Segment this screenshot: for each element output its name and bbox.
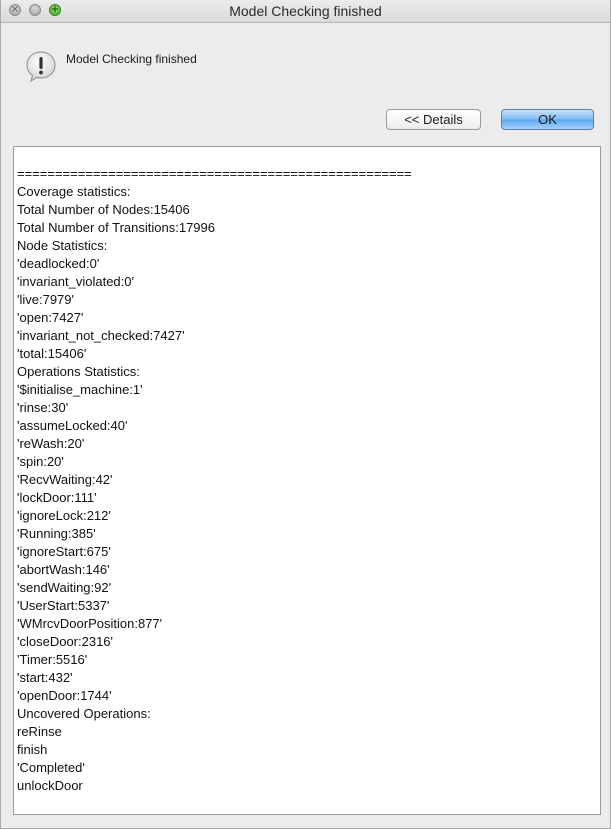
report-line: 'assumeLocked:40' xyxy=(17,418,128,433)
report-line: Operations Statistics: xyxy=(17,364,140,379)
report-line: 'invariant_not_checked:7427' xyxy=(17,328,185,343)
report-line: 'start:432' xyxy=(17,670,73,685)
report-line: 'WMrcvDoorPosition:877' xyxy=(17,616,163,631)
report-line: 'live:7979' xyxy=(17,292,75,307)
title-bar: × + Model Checking finished xyxy=(1,0,610,23)
report-line: Total Number of Transitions:17996 xyxy=(17,220,215,235)
report-line: 'invariant_violated:0' xyxy=(17,274,134,289)
exclamation-bubble-icon xyxy=(26,51,56,82)
report-line: 'spin:20' xyxy=(17,454,64,469)
report-line: '$initialise_machine:1' xyxy=(17,382,143,397)
report-line: 'lockDoor:111' xyxy=(17,490,97,505)
report-line: 'Completed' xyxy=(17,760,85,775)
report-line: ========================================… xyxy=(17,166,412,181)
report-line: 'abortWash:146' xyxy=(17,562,110,577)
dialog-window: × + Model Checking finished Model Checki… xyxy=(0,0,611,829)
report-line: 'sendWaiting:92' xyxy=(17,580,112,595)
report-line: 'rinse:30' xyxy=(17,400,69,415)
report-line: 'deadlocked:0' xyxy=(17,256,100,271)
report-line: Node Statistics: xyxy=(17,238,108,253)
report-line: 'total:15406' xyxy=(17,346,87,361)
report-line: 'Timer:5516' xyxy=(17,652,88,667)
report-line: 'openDoor:1744' xyxy=(17,688,112,703)
report-line: Uncovered Operations: xyxy=(17,706,151,721)
report-line: unlockDoor xyxy=(17,778,83,793)
report-line: 'closeDoor:2316' xyxy=(17,634,114,649)
report-textarea[interactable]: ========================================… xyxy=(13,146,601,815)
report-line: 'UserStart:5337' xyxy=(17,598,110,613)
report-line: finish xyxy=(17,742,48,757)
window-title: Model Checking finished xyxy=(229,3,382,19)
dialog-message: Model Checking finished xyxy=(66,52,197,66)
report-line: 'reWash:20' xyxy=(17,436,85,451)
report-line: 'ignoreLock:212' xyxy=(17,508,111,523)
details-button[interactable]: << Details xyxy=(386,109,481,130)
report-line: 'RecvWaiting:42' xyxy=(17,472,113,487)
report-line: Total Number of Nodes:15406 xyxy=(17,202,190,217)
ok-button[interactable]: OK xyxy=(501,109,594,130)
report-line: 'Running:385' xyxy=(17,526,96,541)
report-line: 'ignoreStart:675' xyxy=(17,544,111,559)
report-line: 'open:7427' xyxy=(17,310,84,325)
report-line: Coverage statistics: xyxy=(17,184,131,199)
report-line: reRinse xyxy=(17,724,62,739)
